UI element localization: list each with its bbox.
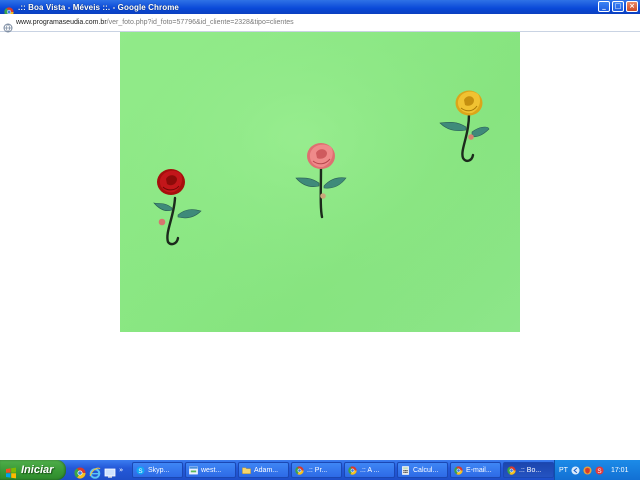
desktop-icon[interactable] [104, 464, 116, 478]
calculator-icon [401, 465, 410, 475]
window-controls: _ □ × [598, 1, 638, 12]
url-path: /ver_foto.php?id_foto=57796&id_cliente=2… [106, 19, 294, 26]
svg-text:S: S [597, 467, 601, 474]
url-host: www.programaseudia.com.br [16, 19, 107, 26]
url-text[interactable]: www.programaseudia.com.br/ver_foto.php?i… [16, 19, 294, 26]
start-label: Iniciar [21, 464, 54, 476]
task-chrome-a[interactable]: .:: A ... [344, 462, 395, 478]
page-icon [3, 18, 13, 32]
task-chrome-pr[interactable]: .:: Pr... [291, 462, 342, 478]
language-indicator[interactable]: PT [559, 467, 568, 474]
antivirus-icon[interactable]: S [595, 465, 604, 475]
task-label: Skyp... [148, 466, 170, 474]
window-title: .:: Boa Vista - Méveis ::. - Google Chro… [18, 2, 179, 12]
task-west[interactable]: west... [185, 462, 236, 478]
start-button[interactable]: Iniciar [0, 460, 66, 480]
task-label: Adam... [254, 466, 279, 474]
task-label: .:: A ... [360, 466, 380, 474]
window-title-bar[interactable]: .:: Boa Vista - Méveis ::. - Google Chro… [0, 0, 640, 17]
system-tray: PT S 17:01 [554, 460, 640, 480]
clock: 17:01 [610, 466, 629, 474]
address-bar[interactable]: www.programaseudia.com.br/ver_foto.php?i… [0, 14, 640, 32]
product-photo [120, 32, 520, 332]
chrome-icon [454, 465, 463, 475]
task-label: E-mail... [466, 466, 492, 474]
chrome-icon [348, 465, 357, 475]
close-button[interactable]: × [626, 1, 638, 12]
maximize-button[interactable]: □ [612, 1, 624, 12]
minimize-button[interactable]: _ [598, 1, 610, 12]
skype-icon: S [136, 465, 145, 475]
quick-launch-more[interactable]: » [119, 466, 123, 474]
task-label: Calcul... [413, 466, 439, 474]
task-skype[interactable]: S Skyp... [132, 462, 183, 478]
chrome-icon [295, 465, 304, 475]
chrome-icon [507, 465, 516, 475]
task-boa-vista[interactable]: .:: Bo... [503, 462, 554, 478]
task-adam[interactable]: Adam... [238, 462, 289, 478]
task-label: .:: Bo... [519, 466, 542, 474]
internet-explorer-icon[interactable] [89, 464, 101, 479]
quick-launch: » [74, 464, 132, 479]
back-arrow-icon[interactable] [571, 465, 580, 475]
task-calculator[interactable]: Calcul... [397, 462, 448, 478]
chrome-icon[interactable] [74, 464, 86, 479]
svg-text:S: S [138, 467, 142, 474]
task-label: west... [201, 466, 222, 474]
chrome-icon [4, 2, 14, 17]
window-icon [189, 466, 198, 475]
photo-illustration [120, 32, 520, 332]
task-email[interactable]: E-mail... [450, 462, 501, 478]
task-label: .:: Pr... [307, 466, 328, 474]
folder-icon [242, 466, 251, 475]
security-shield-icon[interactable] [583, 465, 592, 475]
taskbar: Iniciar » S Skyp... west... Adam... .:: … [0, 460, 640, 480]
task-list: S Skyp... west... Adam... .:: Pr... .:: … [132, 462, 554, 478]
windows-logo-icon [5, 464, 17, 479]
